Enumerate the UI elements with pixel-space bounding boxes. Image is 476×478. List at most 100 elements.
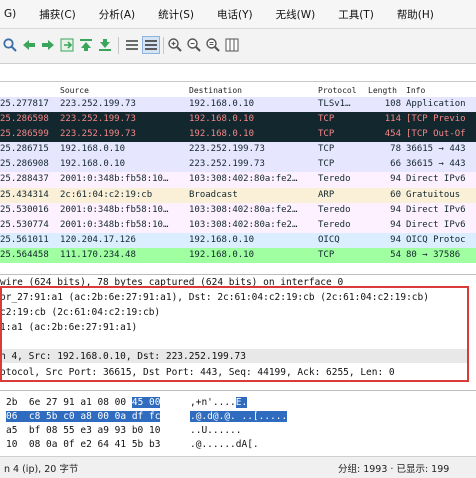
packet-time: 25.286715: [0, 144, 49, 155]
packet-row[interactable]: 25.530016 2001:0:348b:fb58:10… 103:308:402…: [0, 202, 476, 218]
packet-row[interactable]: 25.530774 2001:0:348b:fb58:10… 103:308:402…: [0, 217, 476, 233]
packet-time: 25.564458: [0, 249, 49, 260]
zoom-in-icon[interactable]: [167, 37, 183, 53]
packet-details-pane: wire (624 bits), 78 bytes captured (624 …: [0, 274, 476, 387]
hex-bytes: 2b 6e 27 91 a1 08 00: [6, 397, 132, 408]
go-to-packet-icon[interactable]: [59, 37, 75, 53]
zoom-out-icon[interactable]: [186, 37, 202, 53]
menu-wireless[interactable]: 无线(W): [276, 7, 316, 22]
packet-row[interactable]: 25.286715 192.168.0.10 223.252.199.73 TCP 78…: [0, 142, 476, 158]
packet-destination: 223.252.199.73: [189, 159, 265, 170]
packet-info: OICQ Protoc: [406, 234, 466, 245]
forward-arrow-icon[interactable]: [40, 37, 56, 53]
packet-protocol: Teredo: [318, 204, 351, 215]
autoscroll-icon[interactable]: [124, 37, 140, 53]
column-header-destination[interactable]: Destination: [189, 86, 242, 95]
ascii-bytes: ,+n'....: [190, 397, 236, 408]
hex-line: 10 08 0a 0f e2 64 41 5b b3: [6, 439, 160, 450]
main-toolbar: [0, 29, 476, 64]
packet-info: Direct IPv6: [406, 204, 466, 215]
detail-tcp[interactable]: otocol, Src Port: 36615, Dst Port: 443, …: [0, 367, 395, 378]
column-header-info[interactable]: Info: [406, 86, 425, 95]
packet-time: 25.530016: [0, 204, 49, 215]
packet-time: 25.286908: [0, 159, 49, 170]
packet-time: 25.288437: [0, 174, 49, 185]
packet-destination: 192.168.0.10: [189, 249, 255, 260]
packet-info: Gratuitous: [406, 189, 461, 200]
menu-capture[interactable]: 捕获(C): [39, 7, 76, 22]
menu-statistics[interactable]: 统计(S): [158, 7, 194, 22]
detail-ip[interactable]: n 4, Src: 192.168.0.10, Dst: 223.252.199…: [0, 351, 246, 362]
packet-source: 120.204.17.126: [60, 234, 136, 245]
packet-length: 108: [384, 99, 401, 109]
packet-length: 60: [390, 189, 401, 200]
packet-source: 223.252.199.73: [60, 129, 136, 140]
packet-time: 25.434314: [0, 189, 49, 200]
packet-source: 2c:61:04:c2:19:cb: [60, 189, 153, 200]
packet-protocol: Teredo: [318, 174, 351, 185]
packet-time: 25.286598: [0, 114, 49, 125]
packet-row[interactable]: 25.286908 192.168.0.10 223.252.199.73 TCP 66…: [0, 157, 476, 173]
packet-destination: 103:308:402:80a:fe2…: [189, 174, 298, 185]
packet-destination: 223.252.199.73: [189, 144, 265, 155]
packet-list-header: Source Destination Protocol Length Info: [0, 86, 476, 97]
packet-time: 25.530774: [0, 219, 49, 230]
packet-row[interactable]: 25.288437 2001:0:348b:fb58:10… 103:308:402…: [0, 172, 476, 188]
packet-protocol: ARP: [318, 189, 335, 200]
packet-length: 114: [384, 114, 401, 125]
column-header-source[interactable]: Source: [60, 86, 89, 95]
hex-bytes: a5 bf 08 55 e3 a9 93 b0 10: [6, 425, 161, 436]
menu-tools[interactable]: 工具(T): [338, 7, 374, 22]
packet-source: 223.252.199.73: [60, 99, 136, 109]
packet-length: 94: [390, 234, 401, 245]
packet-row[interactable]: 25.286599 223.252.199.73 192.168.0.10 TCP 45…: [0, 127, 476, 143]
packet-row[interactable]: 25.277817 223.252.199.73 192.168.0.10 TLSv1…: [0, 97, 476, 113]
packet-info: Direct IPv6: [406, 219, 466, 230]
detail-frame[interactable]: wire (624 bits), 78 bytes captured (624 …: [0, 277, 343, 288]
menu-telephony[interactable]: 电话(Y): [217, 7, 253, 22]
first-packet-icon[interactable]: [78, 37, 94, 53]
packet-length: 66: [390, 159, 401, 170]
menu-go[interactable]: G): [4, 8, 16, 20]
ascii-bytes: .@......dA[.: [190, 439, 259, 450]
packet-length: 54: [390, 249, 401, 260]
detail-eth-destination[interactable]: c2:19:cb (2c:61:04:c2:19:cb): [0, 307, 160, 318]
resize-columns-icon[interactable]: [224, 37, 240, 53]
packet-protocol: TLSv1…: [318, 99, 351, 109]
packet-row[interactable]: 25.561011 120.204.17.126 192.168.0.10 OICQ 9…: [0, 232, 476, 248]
packet-destination: 103:308:402:80a:fe2…: [189, 204, 298, 215]
menu-help[interactable]: 帮助(H): [397, 7, 434, 22]
packet-destination: 103:308:402:80a:fe2…: [189, 219, 298, 230]
toolbar-separator: [163, 37, 164, 54]
packet-length: 94: [390, 219, 401, 230]
menu-analyze[interactable]: 分析(A): [99, 7, 135, 22]
detail-ethernet[interactable]: or_27:91:a1 (ac:2b:6e:27:91:a1), Dst: 2c…: [0, 292, 429, 303]
colorize-icon[interactable]: [142, 36, 160, 54]
ascii-line: ,+n'....E.: [190, 397, 248, 408]
packet-length: 454: [384, 129, 401, 140]
back-arrow-icon[interactable]: [21, 37, 37, 53]
packet-row[interactable]: 25.434314 2c:61:04:c2:19:cb Broadcast ARP 60…: [0, 187, 476, 203]
packet-source: 2001:0:348b:fb58:10…: [60, 174, 169, 185]
hex-bytes-selected: 06 c8 5b c0 a8 00 0a df fc: [6, 411, 161, 422]
status-selected-field: n 4 (ip), 20 字节: [4, 464, 79, 475]
packet-bytes-pane: 2b 6e 27 91 a1 08 00 45 00 ,+n'....E. 06…: [0, 390, 476, 455]
last-packet-icon[interactable]: [97, 37, 113, 53]
zoom-normal-icon[interactable]: [205, 37, 221, 53]
packet-protocol: TCP: [318, 114, 335, 125]
packet-row[interactable]: 25.286598 223.252.199.73 192.168.0.10 TCP 11…: [0, 112, 476, 128]
packet-protocol: TCP: [318, 249, 335, 260]
hex-line: a5 bf 08 55 e3 a9 93 b0 10: [6, 425, 160, 436]
ascii-line: .@......dA[.: [190, 439, 259, 450]
ascii-line: .@.d@.@. ..[.....: [190, 411, 288, 422]
search-icon[interactable]: [2, 37, 18, 53]
packet-info: [TCP Out-Of: [406, 129, 466, 140]
packet-source: 2001:0:348b:fb58:10…: [60, 219, 169, 230]
detail-eth-source[interactable]: 1:a1 (ac:2b:6e:27:91:a1): [0, 322, 137, 333]
packet-row[interactable]: 25.564458 111.170.234.48 192.168.0.10 TCP 54…: [0, 247, 476, 263]
display-filter-input[interactable]: [0, 64, 476, 82]
column-header-protocol[interactable]: Protocol: [318, 86, 357, 95]
packet-protocol: TCP: [318, 159, 335, 170]
packet-source: 223.252.199.73: [60, 114, 136, 125]
column-header-length[interactable]: Length: [368, 86, 397, 95]
